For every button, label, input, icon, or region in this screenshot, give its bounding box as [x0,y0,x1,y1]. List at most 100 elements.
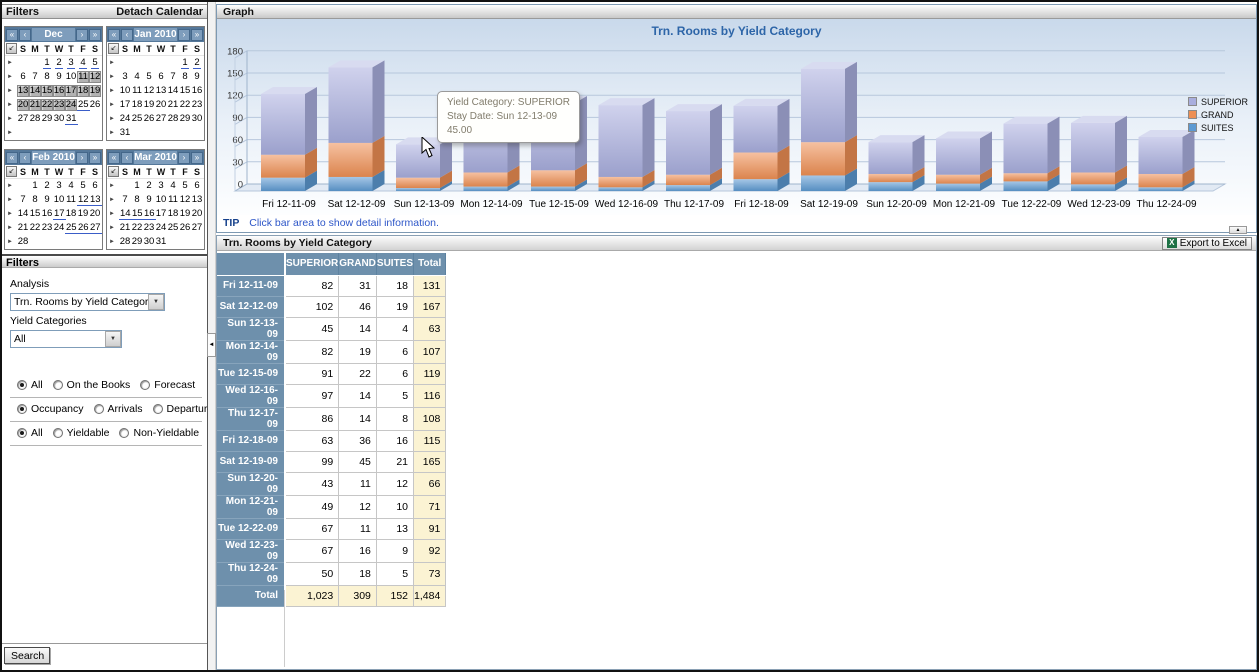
calendar-day[interactable]: 19 [89,85,101,97]
radio-all[interactable]: All [17,427,43,439]
week-select-icon[interactable]: ► [5,211,17,217]
calendar-first-icon[interactable]: « [108,152,120,164]
calendar-day[interactable]: 6 [17,71,29,83]
calendar-day[interactable]: 6 [191,180,203,192]
search-button[interactable]: Search [4,647,50,664]
calendar-day[interactable]: 2 [41,180,53,192]
calendar-day[interactable]: 31 [119,127,131,139]
calendar-first-icon[interactable]: « [108,29,120,41]
radio-non-yieldable[interactable]: Non-Yieldable [119,427,199,439]
calendar-first-icon[interactable]: « [6,152,18,164]
calendar-next-icon[interactable]: › [178,152,190,164]
calendar-day[interactable]: 17 [53,208,65,220]
calendar-day[interactable]: 22 [41,99,53,111]
calendar-corner-icon[interactable]: ↙ [108,166,119,177]
calendar-day[interactable]: 5 [179,180,191,192]
yield-categories-select[interactable]: All ▼ [10,330,122,348]
calendar-day[interactable]: 16 [53,85,65,97]
calendar-day[interactable]: 30 [191,113,203,125]
calendar-day[interactable]: 9 [53,71,65,83]
calendar-day[interactable]: 12 [179,194,191,206]
radio-forecast[interactable]: Forecast [140,379,195,391]
calendar-day[interactable]: 11 [77,71,89,83]
calendar-day[interactable]: 24 [119,113,131,125]
calendar-day[interactable]: 3 [155,180,167,192]
calendar-day[interactable]: 14 [29,85,41,97]
bar-thu-12-24-09[interactable] [1139,130,1195,191]
calendar-day[interactable]: 25 [77,99,89,111]
calendar-day[interactable]: 19 [179,208,191,220]
calendar-corner-icon[interactable]: ↙ [6,43,17,54]
radio-on-the-books[interactable]: On the Books [53,379,131,391]
week-select-icon[interactable]: ► [5,102,17,108]
calendar-day[interactable]: 4 [77,57,89,69]
calendar-day[interactable]: 13 [17,85,29,97]
calendar-day[interactable]: 4 [167,180,179,192]
calendar-day[interactable]: 1 [29,180,41,192]
calendar-day[interactable]: 22 [179,99,191,111]
bar-thu-12-17-09[interactable] [666,104,722,191]
calendar-day[interactable]: 14 [167,85,179,97]
analysis-select[interactable]: Trn. Rooms by Yield Category ▼ [10,293,165,311]
week-select-icon[interactable]: ► [5,116,17,122]
calendar-day[interactable]: 27 [17,113,29,125]
calendar-day[interactable]: 23 [41,222,53,234]
bar-sat-12-12-09[interactable] [329,60,385,191]
calendar-day[interactable]: 26 [77,222,89,234]
calendar-day[interactable]: 20 [17,99,29,111]
calendar-day[interactable]: 30 [143,236,155,248]
calendar-day[interactable]: 29 [131,236,143,248]
calendar-day[interactable]: 31 [65,113,77,125]
bar-tue-12-22-09[interactable] [1004,117,1060,191]
calendar-day[interactable]: 17 [155,208,167,220]
calendar-day[interactable]: 12 [77,194,89,206]
week-select-icon[interactable]: ► [5,88,17,94]
calendar-day[interactable]: 19 [77,208,89,220]
calendar-day[interactable]: 23 [143,222,155,234]
calendar-day[interactable]: 5 [77,180,89,192]
calendar-day[interactable]: 3 [65,57,77,69]
calendar-day[interactable]: 2 [191,57,203,69]
chevron-down-icon[interactable]: ▼ [105,331,121,347]
calendar-day[interactable]: 26 [143,113,155,125]
calendar-day[interactable]: 23 [191,99,203,111]
detach-calendar-link[interactable]: Detach Calendar [116,6,203,18]
bar-sat-12-19-09[interactable] [801,62,857,191]
calendar-day[interactable]: 28 [119,236,131,248]
calendar-day[interactable]: 4 [65,180,77,192]
calendar-day[interactable]: 2 [53,57,65,69]
calendar-day[interactable]: 26 [179,222,191,234]
calendar-day[interactable]: 15 [41,85,53,97]
calendar-corner-icon[interactable]: ↙ [108,43,119,54]
calendar-day[interactable]: 8 [41,71,53,83]
radio-all[interactable]: All [17,379,43,391]
calendar-day[interactable]: 17 [65,85,77,97]
calendar-day[interactable]: 27 [191,222,203,234]
week-select-icon[interactable]: ► [107,102,119,108]
week-select-icon[interactable]: ► [107,197,119,203]
calendar-day[interactable]: 29 [179,113,191,125]
week-select-icon[interactable]: ► [5,130,17,136]
calendar-next-icon[interactable]: › [178,29,190,41]
calendar-day[interactable]: 9 [191,71,203,83]
calendar-day[interactable]: 20 [191,208,203,220]
calendar-day[interactable]: 8 [179,71,191,83]
calendar-day[interactable]: 15 [29,208,41,220]
calendar-day[interactable]: 2 [143,180,155,192]
week-select-icon[interactable]: ► [5,225,17,231]
calendar-day[interactable]: 5 [143,71,155,83]
calendar-day[interactable]: 24 [53,222,65,234]
bar-sun-12-20-09[interactable] [869,135,925,191]
calendar-day[interactable]: 24 [65,99,77,111]
calendar-next-icon[interactable]: › [76,29,88,41]
calendar-day[interactable]: 29 [41,113,53,125]
calendar-day[interactable]: 17 [119,99,131,111]
calendar-day[interactable]: 14 [119,208,131,220]
week-select-icon[interactable]: ► [5,183,17,189]
calendar-day[interactable]: 8 [29,194,41,206]
calendar-day[interactable]: 14 [17,208,29,220]
week-select-icon[interactable]: ► [5,239,17,245]
calendar-last-icon[interactable]: » [191,29,203,41]
calendar-day[interactable]: 16 [143,208,155,220]
calendar-day[interactable]: 10 [119,85,131,97]
